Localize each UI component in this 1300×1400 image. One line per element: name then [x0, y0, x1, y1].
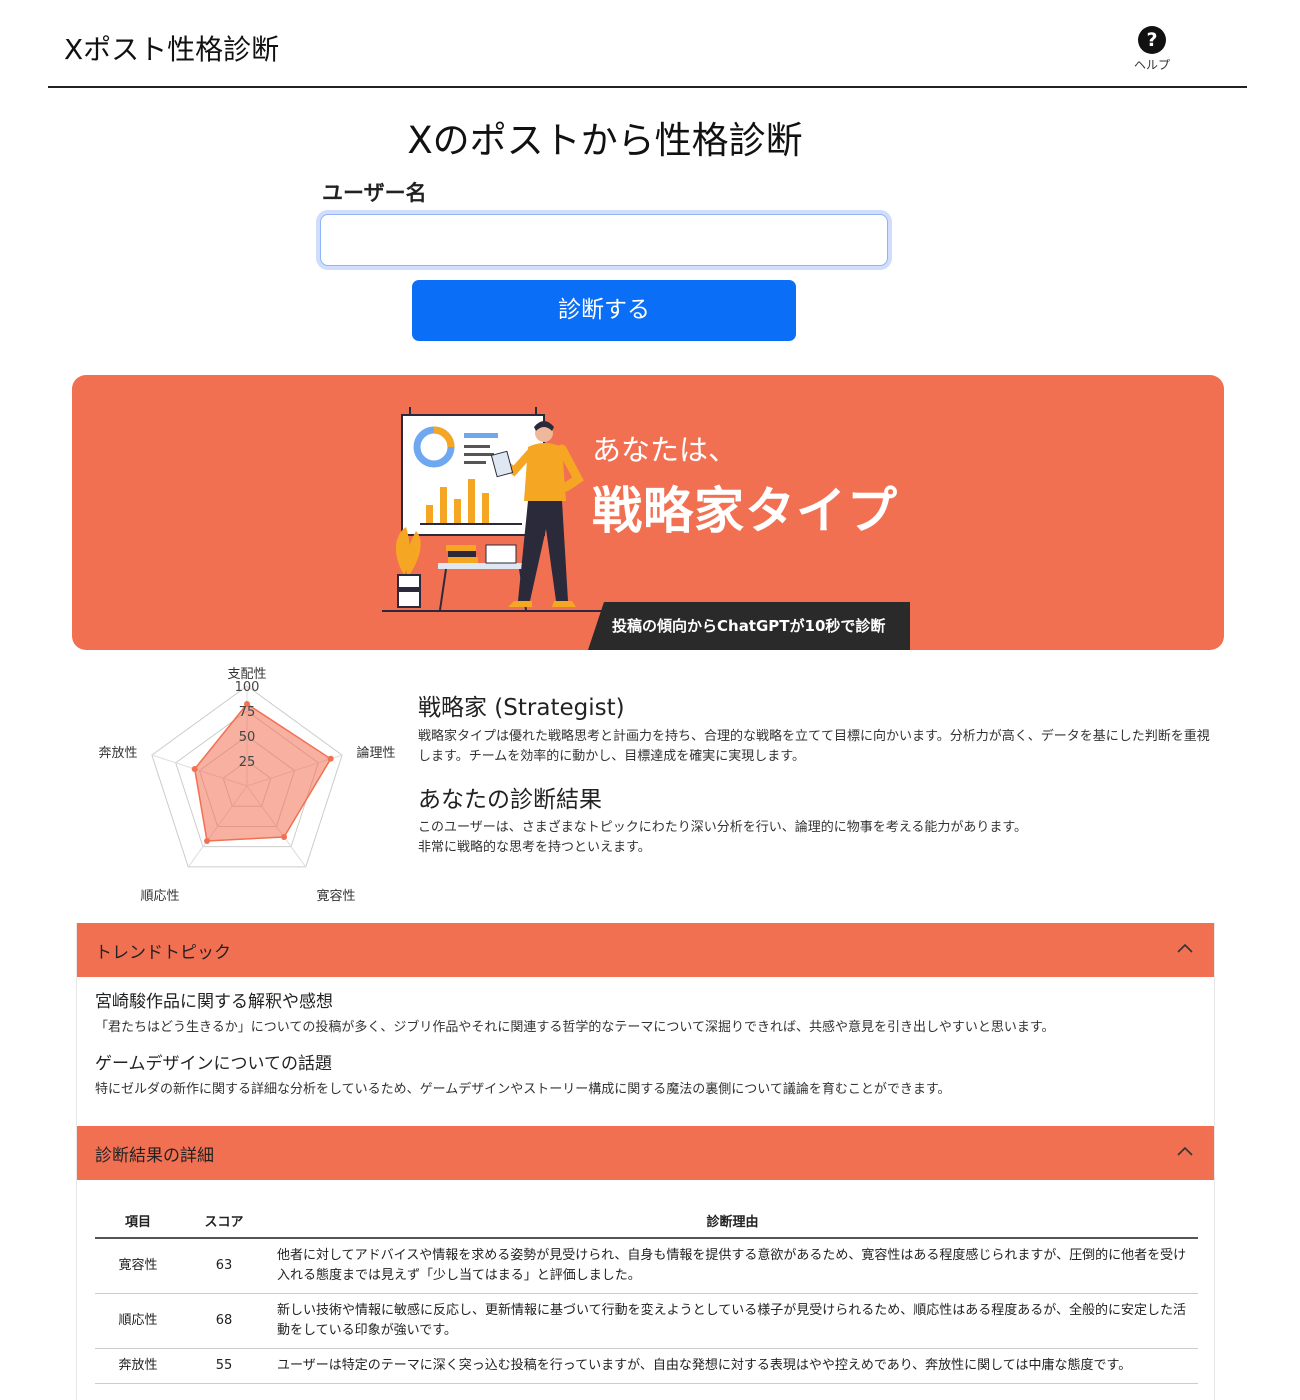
row-item: 寛容性 — [95, 1238, 181, 1294]
radar-data-point — [204, 838, 211, 845]
details-table: 項目 スコア 診断理由 寛容性 63 他者に対してアドバイスや情報を求める姿勢が… — [95, 1204, 1198, 1384]
radar-data-point — [327, 755, 334, 762]
topic-description: 「君たちはどう生きるか」についての投稿が多く、ジブリ作品やそれに関連する哲学的な… — [95, 1020, 1055, 1035]
radar-axis-label: 論理性 — [356, 745, 395, 761]
column-header-reason: 診断理由 — [267, 1204, 1198, 1239]
row-score: 68 — [181, 1293, 267, 1349]
help-label[interactable]: ヘルプ — [1127, 56, 1177, 73]
row-item: 順応性 — [95, 1293, 181, 1349]
table-row: 寛容性 63 他者に対してアドバイスや情報を求める姿勢が見受けられ、自身も情報を… — [95, 1238, 1198, 1294]
result-title: あなたの診断結果 — [418, 787, 602, 813]
trend-topics-accordion: トレンドトピック 宮崎駿作品に関する解釈や感想 「君たちはどう生きるか」について… — [76, 923, 1215, 1126]
chevron-up-icon[interactable] — [1176, 940, 1194, 958]
radar-axis-label: 支配性 — [227, 667, 266, 682]
radar-data-point — [281, 833, 288, 840]
details-heading: 診断結果の詳細 — [95, 1146, 214, 1166]
result-line: 非常に戦略的な思考を持つといえます。 — [418, 840, 651, 855]
trend-topics-heading: トレンドトピック — [95, 943, 231, 963]
personality-radar-chart: 25 50 75 100支配性論理性寛容性 順応性 奔放性 — [98, 667, 395, 904]
username-input[interactable] — [320, 214, 888, 266]
app-header: Xポスト性格診断 ? ヘルプ — [48, 0, 1247, 88]
result-text: このユーザーは、さまざまなトピックにわたり深い分析を行い、論理的に物事を考える能… — [418, 818, 1218, 858]
details-accordion: 診断結果の詳細 項目 スコア 診断理由 寛容性 63 他者に対してアドバイスや情… — [76, 1126, 1215, 1400]
app-title[interactable]: Xポスト性格診断 — [64, 28, 279, 68]
row-reason: 他者に対してアドバイスや情報を求める姿勢が見受けられ、自身も情報を提供する意欲が… — [267, 1238, 1198, 1294]
type-title: 戦略家 (Strategist) — [418, 695, 625, 721]
radar-tick-label: 25 — [239, 755, 256, 770]
question-circle-icon[interactable]: ? — [1138, 26, 1166, 54]
topic-title: 宮崎駿作品に関する解釈や感想 — [95, 992, 333, 1012]
result-banner: あなたは、 戦略家タイプ 投稿の傾向からChatGPTが10秒で診断 — [72, 375, 1224, 650]
column-header-item: 項目 — [95, 1204, 181, 1239]
radar-axis-label: 奔放性 — [98, 746, 137, 761]
banner-tagline: 投稿の傾向からChatGPTが10秒で診断 — [612, 617, 886, 635]
banner-type-name: 戦略家タイプ — [592, 482, 898, 540]
row-score: 55 — [181, 1348, 267, 1384]
type-description: 戦略家タイプは優れた戦略思考と計画力を持ち、合理的な戦略を立てて目標に向かいます… — [418, 729, 1210, 764]
banner-tagline-badge: 投稿の傾向からChatGPTが10秒で診断 — [588, 602, 910, 650]
help-button[interactable]: ? ヘルプ — [1127, 26, 1177, 73]
row-score: 63 — [181, 1238, 267, 1294]
radar-tick-label: 100 — [235, 680, 260, 695]
radar-tick-label: 50 — [239, 730, 256, 745]
diagnose-button[interactable]: 診断する — [412, 280, 796, 341]
radar-data-area — [193, 703, 332, 842]
trend-topics-header[interactable]: トレンドトピック — [77, 923, 1214, 977]
table-row: 順応性 68 新しい技術や情報に敏感に反応し、更新情報に基づいて行動を変えようと… — [95, 1293, 1198, 1349]
radar-tick-label: 75 — [239, 705, 256, 720]
row-reason: ユーザーは特定のテーマに深く突っ込む投稿を行っていますが、自由な発想に対する表現… — [267, 1348, 1198, 1384]
details-header[interactable]: 診断結果の詳細 — [77, 1126, 1214, 1180]
row-reason: 新しい技術や情報に敏感に反応し、更新情報に基づいて行動を変えようとしている様子が… — [267, 1293, 1198, 1349]
topic-description: 特にゼルダの新作に関する詳細な分析をしているため、ゲームデザインやストーリー構成… — [95, 1082, 951, 1097]
table-row: 奔放性 55 ユーザーは特定のテーマに深く突っ込む投稿を行っていますが、自由な発… — [95, 1348, 1198, 1384]
radar-axis-label: 寛容性 — [316, 888, 355, 904]
radar-data-point — [191, 766, 198, 773]
username-label: ユーザー名 — [322, 181, 427, 205]
row-item: 奔放性 — [95, 1348, 181, 1384]
topic-title: ゲームデザインについての話題 — [95, 1054, 332, 1074]
column-header-score: スコア — [181, 1204, 267, 1239]
radar-axis-label: 順応性 — [140, 889, 179, 904]
chevron-up-icon[interactable] — [1176, 1143, 1194, 1161]
table-header-row: 項目 スコア 診断理由 — [95, 1204, 1198, 1239]
page-title: Xのポストから性格診断 — [407, 119, 803, 162]
banner-subtitle: あなたは、 — [592, 433, 738, 467]
result-line: このユーザーは、さまざまなトピックにわたり深い分析を行い、論理的に物事を考える能… — [418, 820, 1028, 835]
